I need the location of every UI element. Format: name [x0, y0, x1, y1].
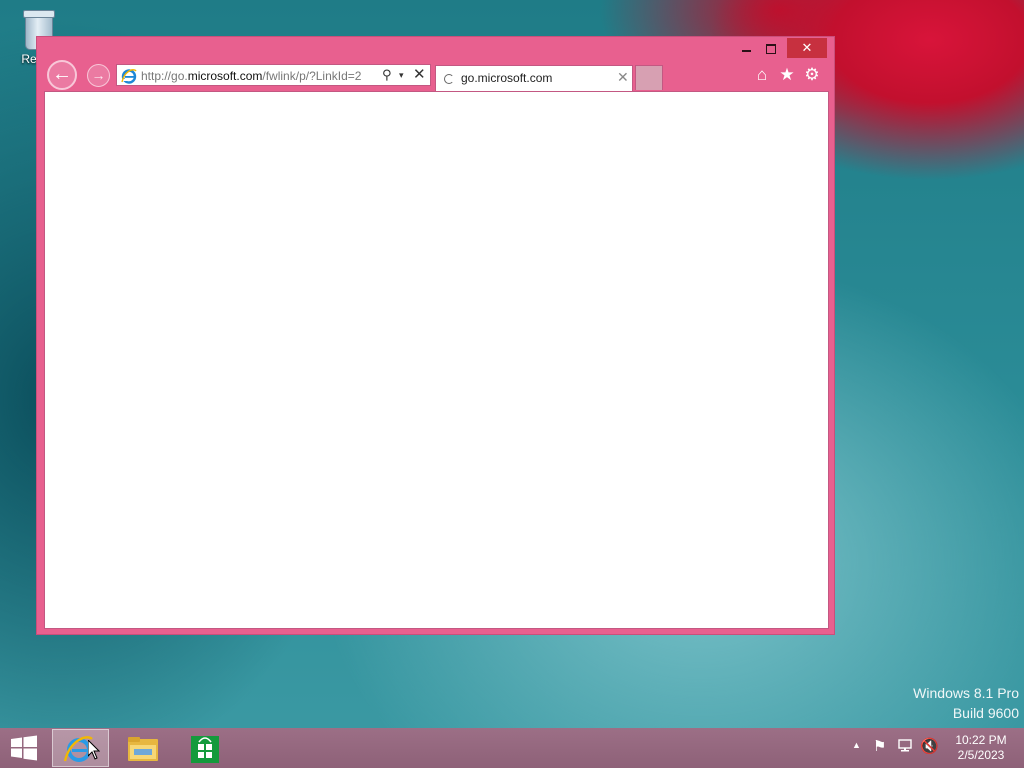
windows-logo-icon	[11, 735, 37, 761]
new-tab-button[interactable]	[635, 65, 663, 90]
show-hidden-icons-icon[interactable]: ▲	[852, 740, 861, 750]
forward-arrow-icon: →	[91, 67, 106, 83]
address-domain: microsoft.com	[187, 69, 263, 83]
back-arrow-icon: ←	[52, 63, 72, 85]
network-icon[interactable]	[898, 739, 912, 752]
volume-muted-icon[interactable]: 🔇	[920, 737, 939, 755]
close-button[interactable]: ✕	[787, 38, 827, 58]
store-icon	[191, 736, 219, 763]
folder-icon	[128, 737, 158, 761]
taskbar: ▲ ⚑ 🔇 10:22 PM 2/5/2023	[0, 728, 1024, 768]
loading-spinner-icon	[444, 74, 454, 84]
tab-title: go.microsoft.com	[461, 71, 553, 85]
ie-logo-icon	[121, 69, 137, 84]
windows-watermark: Windows 8.1 Pro Build 9600	[913, 683, 1019, 723]
tab-close-icon[interactable]: ✕	[617, 69, 629, 86]
favorites-icon[interactable]: ★	[776, 64, 798, 86]
watermark-build: Build 9600	[952, 705, 1019, 721]
watermark-edition: Windows 8.1 Pro	[913, 685, 1019, 701]
taskbar-file-explorer[interactable]	[115, 729, 172, 767]
tab-active[interactable]: go.microsoft.com ✕	[435, 65, 633, 91]
start-button[interactable]	[9, 735, 39, 761]
clock[interactable]: 10:22 PM 2/5/2023	[944, 733, 1018, 763]
clock-time: 10:22 PM	[955, 733, 1007, 747]
forward-button[interactable]: →	[87, 64, 110, 87]
taskbar-store[interactable]	[177, 729, 234, 767]
gear-icon[interactable]: ⚙	[801, 64, 823, 86]
ie-window: ✕ ← → http://go.microsoft.com/fwlink/p/?…	[36, 36, 835, 635]
maximize-button[interactable]	[759, 38, 783, 58]
address-bar[interactable]: http://go.microsoft.com/fwlink/p/?LinkId…	[116, 64, 431, 86]
address-suffix: /fwlink/p/?LinkId=2	[262, 69, 362, 83]
taskbar-internet-explorer[interactable]	[52, 729, 109, 767]
address-dropdown-icon[interactable]: ▾	[399, 67, 404, 83]
address-text[interactable]: http://go.microsoft.com/fwlink/p/?LinkId…	[141, 68, 379, 84]
action-center-flag-icon[interactable]: ⚑	[873, 737, 886, 755]
home-icon[interactable]: ⌂	[751, 64, 773, 86]
minimize-button[interactable]	[734, 38, 758, 58]
clock-date: 2/5/2023	[957, 748, 1005, 762]
search-icon[interactable]: ⚲	[382, 67, 392, 83]
stop-icon[interactable]: ✕	[413, 66, 426, 84]
mouse-pointer-icon	[88, 740, 100, 760]
back-button[interactable]: ←	[47, 60, 77, 90]
page-content[interactable]	[44, 91, 829, 629]
address-prefix: http://go.	[141, 69, 188, 83]
ie-logo-icon	[63, 736, 93, 762]
